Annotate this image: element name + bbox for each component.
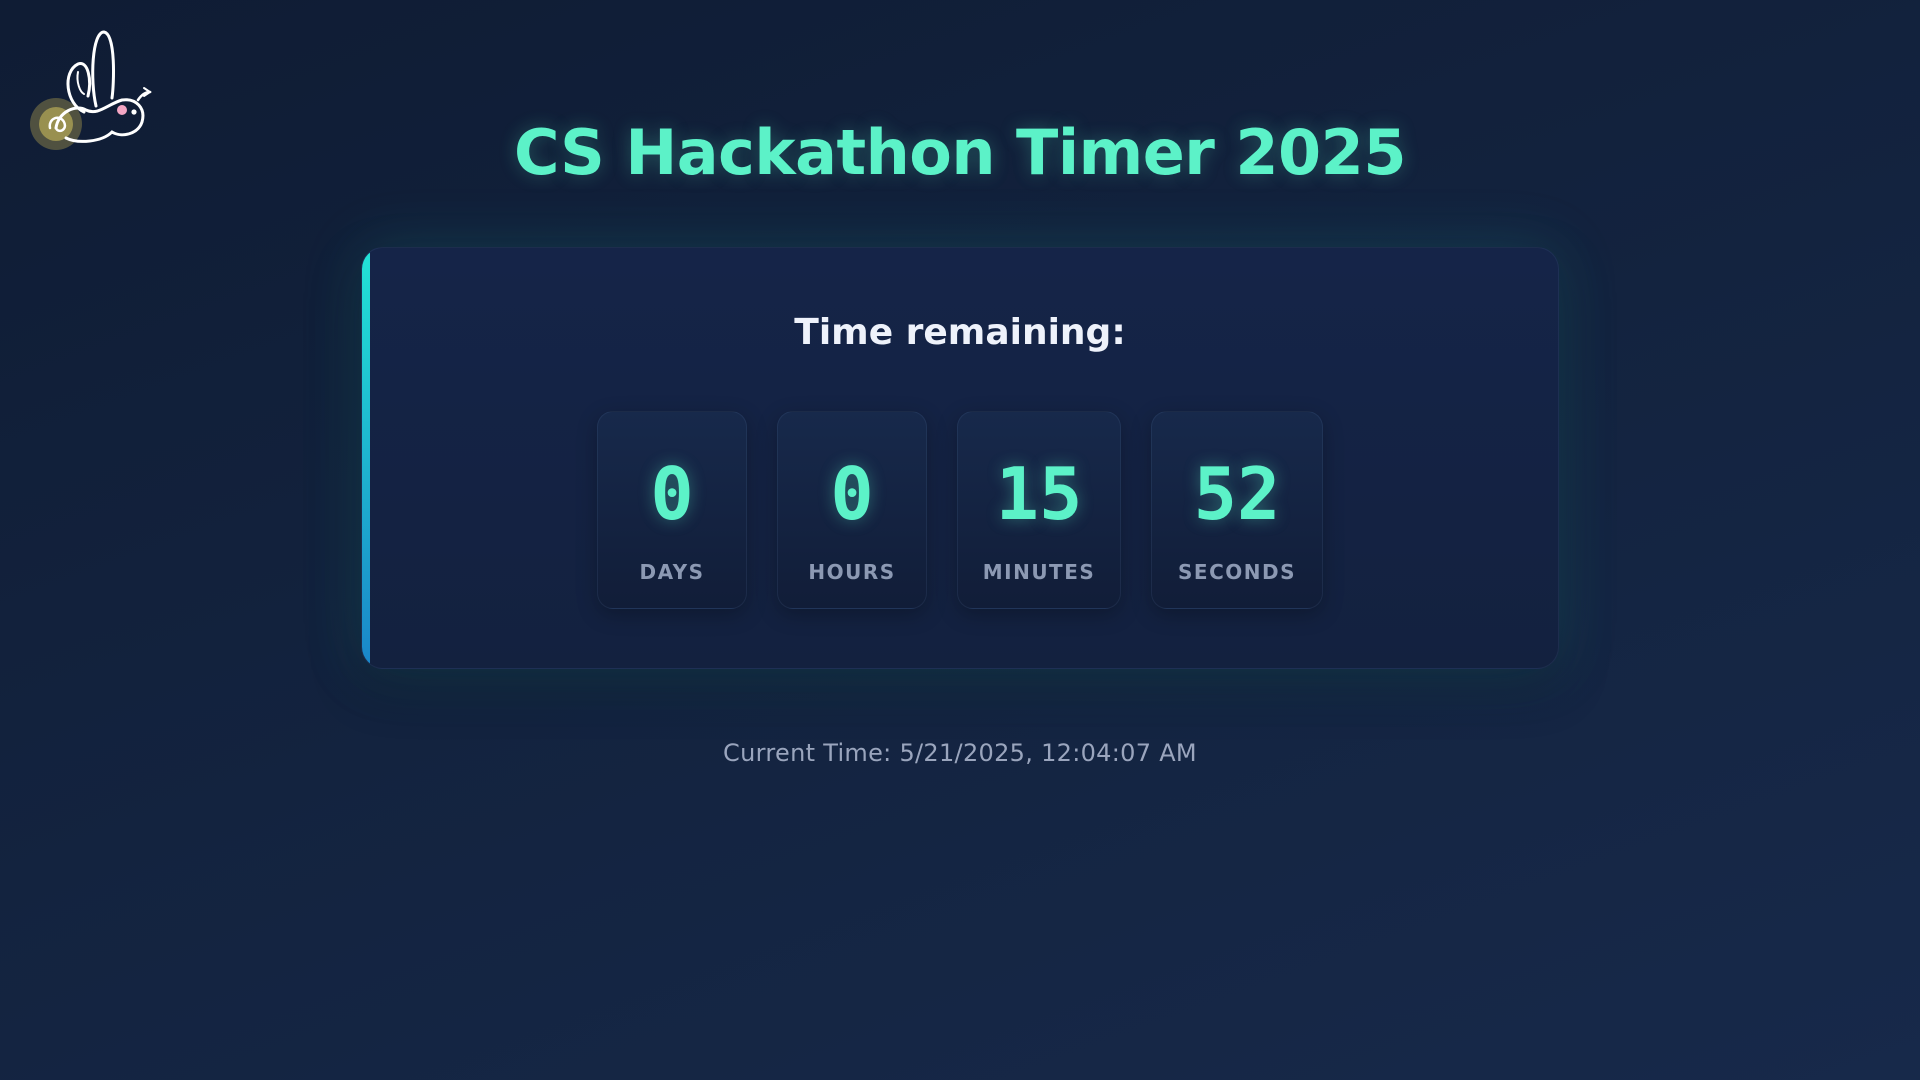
countdown-heading: Time remaining: (794, 312, 1126, 353)
current-time-readout: Current Time: 5/21/2025, 12:04:07 AM (723, 739, 1197, 767)
page-title: CS Hackathon Timer 2025 (514, 116, 1406, 189)
countdown-unit-seconds: 52 SECONDS (1151, 411, 1323, 609)
countdown-unit-minutes: 15 MINUTES (957, 411, 1121, 609)
days-label: DAYS (639, 560, 705, 584)
minutes-label: MINUTES (982, 560, 1096, 584)
countdown-units: 0 DAYS 0 HOURS 15 MINUTES 52 SECONDS (362, 411, 1558, 609)
days-value: 0 (650, 452, 694, 536)
minutes-value: 15 (995, 452, 1083, 536)
countdown-unit-days: 0 DAYS (597, 411, 747, 609)
seconds-label: SECONDS (1178, 560, 1296, 584)
hours-label: HOURS (808, 560, 896, 584)
countdown-unit-hours: 0 HOURS (777, 411, 927, 609)
hours-value: 0 (830, 452, 874, 536)
countdown-card: Time remaining: 0 DAYS 0 HOURS 15 MINUTE… (361, 247, 1559, 669)
seconds-value: 52 (1193, 452, 1281, 536)
